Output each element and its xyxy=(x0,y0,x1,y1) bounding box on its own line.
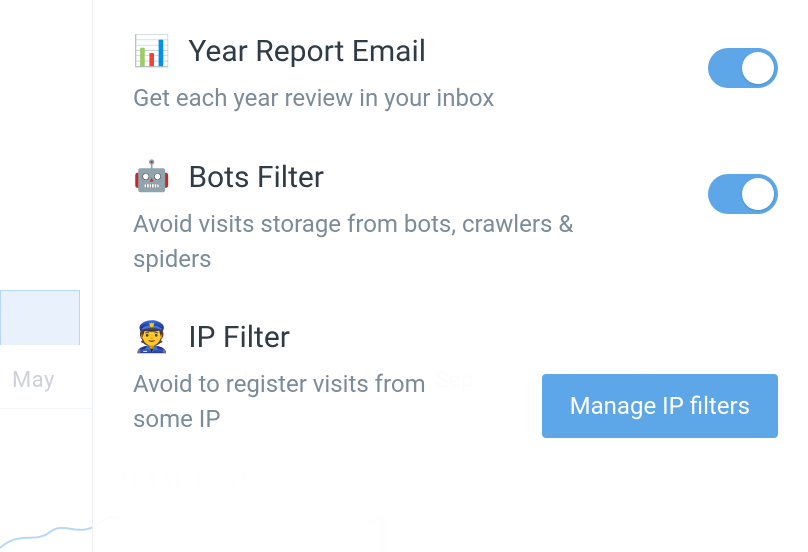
setting-description: Avoid visits storage from bots, crawlers… xyxy=(133,207,603,277)
robot-icon: 🤖 xyxy=(133,162,170,192)
setting-description: Avoid to register visits from some IP xyxy=(133,367,453,437)
setting-title: Year Report Email xyxy=(188,34,426,69)
bar-chart-icon: 📊 xyxy=(133,37,170,67)
line-chart-area-fragment xyxy=(0,290,80,345)
setting-ip-filter: 👮 IP Filter Avoid to register visits fro… xyxy=(133,320,778,437)
manage-ip-filters-button[interactable]: Manage IP filters xyxy=(542,374,778,438)
setting-description: Get each year review in your inbox xyxy=(133,81,603,116)
setting-bots-filter: 🤖 Bots Filter Avoid visits storage from … xyxy=(133,160,778,277)
settings-panel: 📊 Year Report Email Get each year review… xyxy=(92,0,808,552)
year-report-toggle[interactable] xyxy=(708,48,778,88)
police-icon: 👮 xyxy=(133,323,170,353)
bots-filter-toggle[interactable] xyxy=(708,174,778,214)
month-label: May xyxy=(0,368,80,393)
setting-title: IP Filter xyxy=(188,320,290,355)
setting-title: Bots Filter xyxy=(188,160,324,195)
setting-year-report: 📊 Year Report Email Get each year review… xyxy=(133,34,778,116)
